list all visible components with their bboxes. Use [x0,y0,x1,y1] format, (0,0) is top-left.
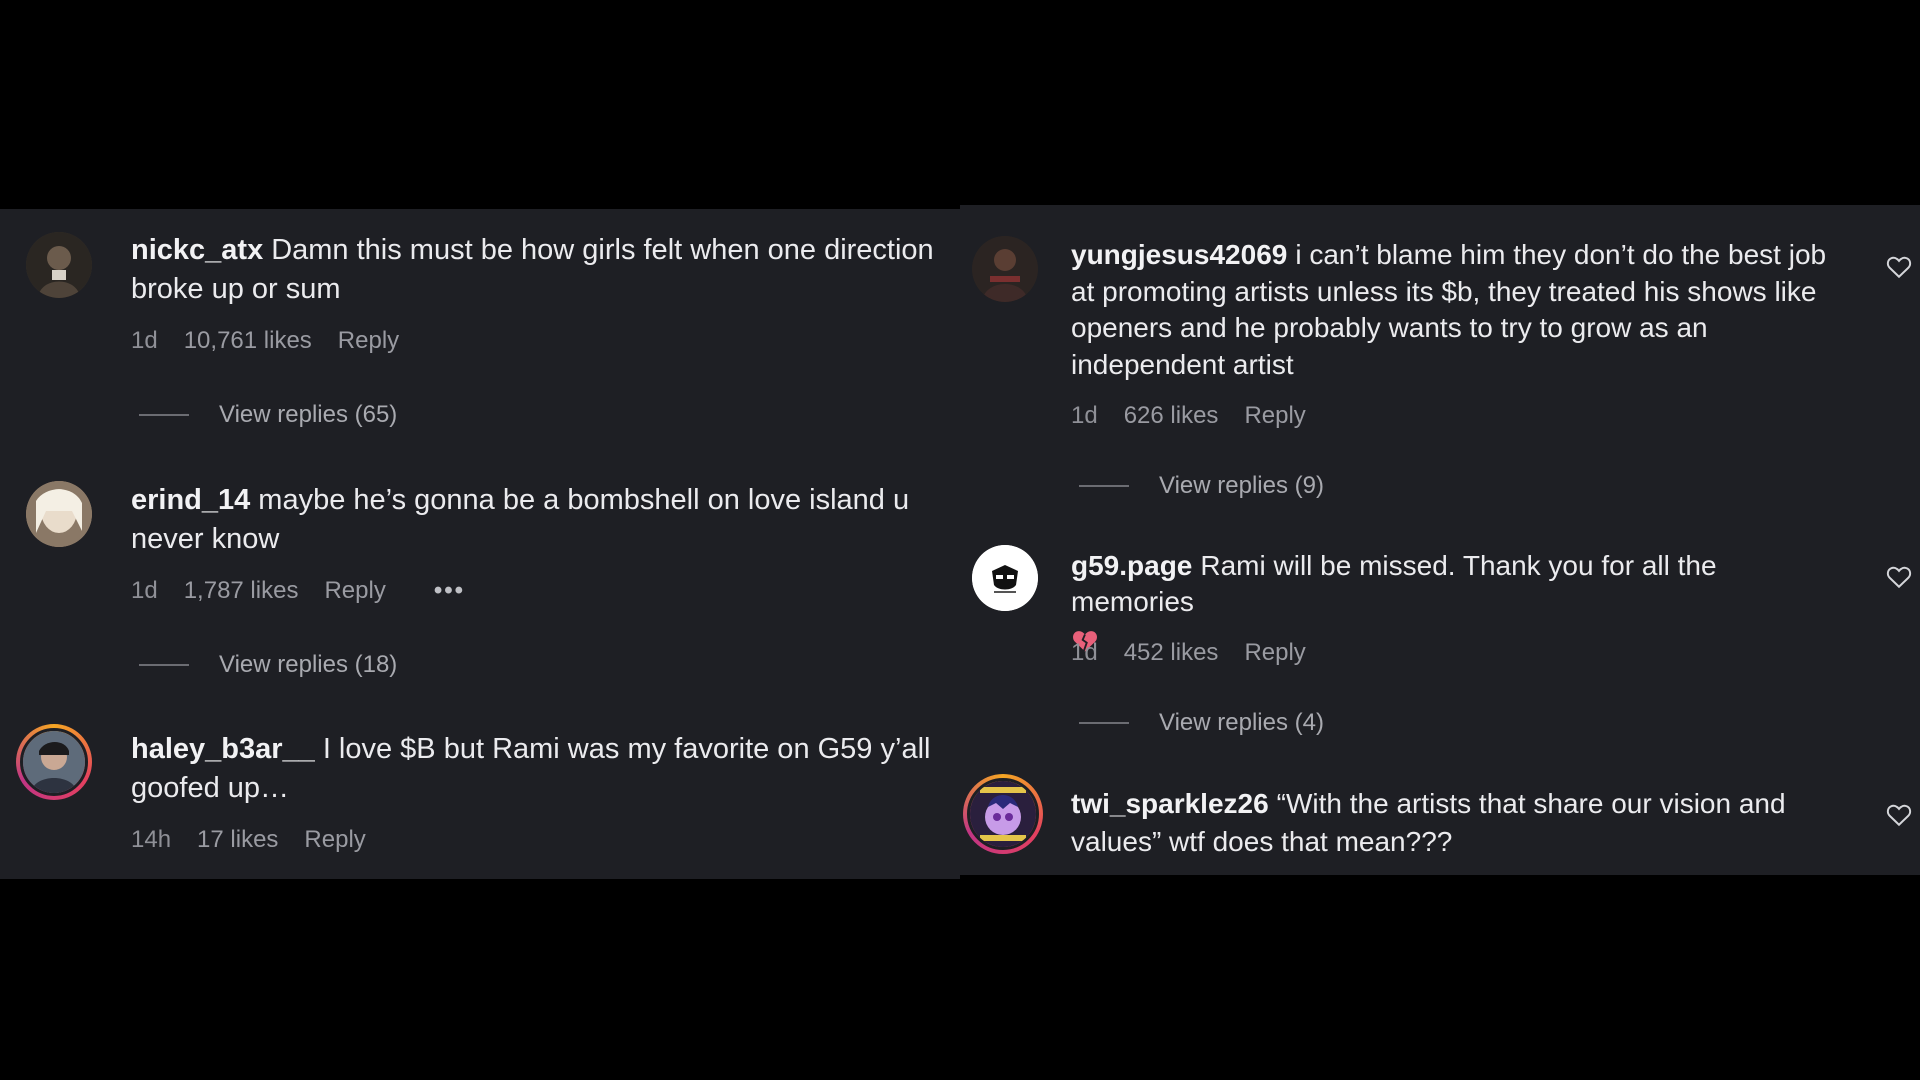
username[interactable]: haley_b3ar__ [131,733,315,765]
divider-line [139,664,189,666]
divider-line [1079,722,1129,724]
divider-line [139,414,189,416]
avatar-image [23,731,85,793]
timestamp: 1d [131,577,158,604]
comments-panel-left: nickc_atx Damn this must be how girls fel… [0,209,960,879]
likes-count[interactable]: 626 likes [1124,402,1219,430]
avatar-story-ring[interactable] [963,774,1043,854]
comment-meta: 1d 626 likes Reply [1071,402,1306,430]
timestamp: 1d [131,327,158,354]
heart-outline-icon[interactable] [1886,565,1912,589]
reply-button[interactable]: Reply [1244,639,1305,667]
view-replies-label: View replies (65) [219,401,398,428]
view-replies-label: View replies (9) [1159,472,1324,499]
username[interactable]: nickc_atx [131,234,263,266]
comment-meta: 1d 10,761 likes Reply [131,327,399,355]
likes-count[interactable]: 452 likes [1124,639,1219,667]
likes-count[interactable]: 17 likes [197,826,278,854]
more-options-icon[interactable]: ••• [434,577,465,605]
likes-count[interactable]: 10,761 likes [184,327,312,355]
username[interactable]: twi_sparklez26 [1071,788,1269,819]
username[interactable]: erind_14 [131,484,250,516]
heart-outline-icon[interactable] [1886,255,1912,279]
heart-outline-icon[interactable] [1886,803,1912,827]
avatar-image [26,232,92,298]
comments-panel-right: yungjesus42069 i can’t blame him they don… [960,205,1920,875]
avatar-image [972,236,1038,302]
timestamp: 1d [1071,402,1098,429]
username[interactable]: yungjesus42069 [1071,239,1287,270]
divider-line [1079,485,1129,487]
avatar-image [26,481,92,547]
comment-meta: 1d 452 likes Reply [1071,639,1306,667]
view-replies-button[interactable]: View replies (9) [1079,472,1324,500]
avatar-story-ring[interactable] [16,724,92,800]
view-replies-label: View replies (18) [219,651,398,678]
reply-button[interactable]: Reply [338,327,399,355]
view-replies-label: View replies (4) [1159,709,1324,736]
reply-button[interactable]: Reply [324,577,385,605]
username[interactable]: g59.page [1071,550,1192,581]
avatar[interactable] [26,481,92,547]
timestamp: 14h [131,826,172,853]
timestamp: 1d [1071,639,1098,666]
view-replies-button[interactable]: View replies (4) [1079,709,1324,737]
likes-count[interactable]: 1,787 likes [184,577,299,605]
avatar[interactable] [26,232,92,298]
view-replies-button[interactable]: View replies (65) [139,401,397,429]
avatar-image [972,545,1038,611]
avatar[interactable] [972,545,1038,611]
reply-button[interactable]: Reply [1244,402,1305,430]
view-replies-button[interactable]: View replies (18) [139,651,397,679]
comment-meta: 1d 1,787 likes Reply ••• [131,577,465,605]
reply-button[interactable]: Reply [304,826,365,854]
comment-meta: 14h 17 likes Reply [131,826,366,854]
avatar[interactable] [972,236,1038,302]
avatar-image [970,781,1036,847]
